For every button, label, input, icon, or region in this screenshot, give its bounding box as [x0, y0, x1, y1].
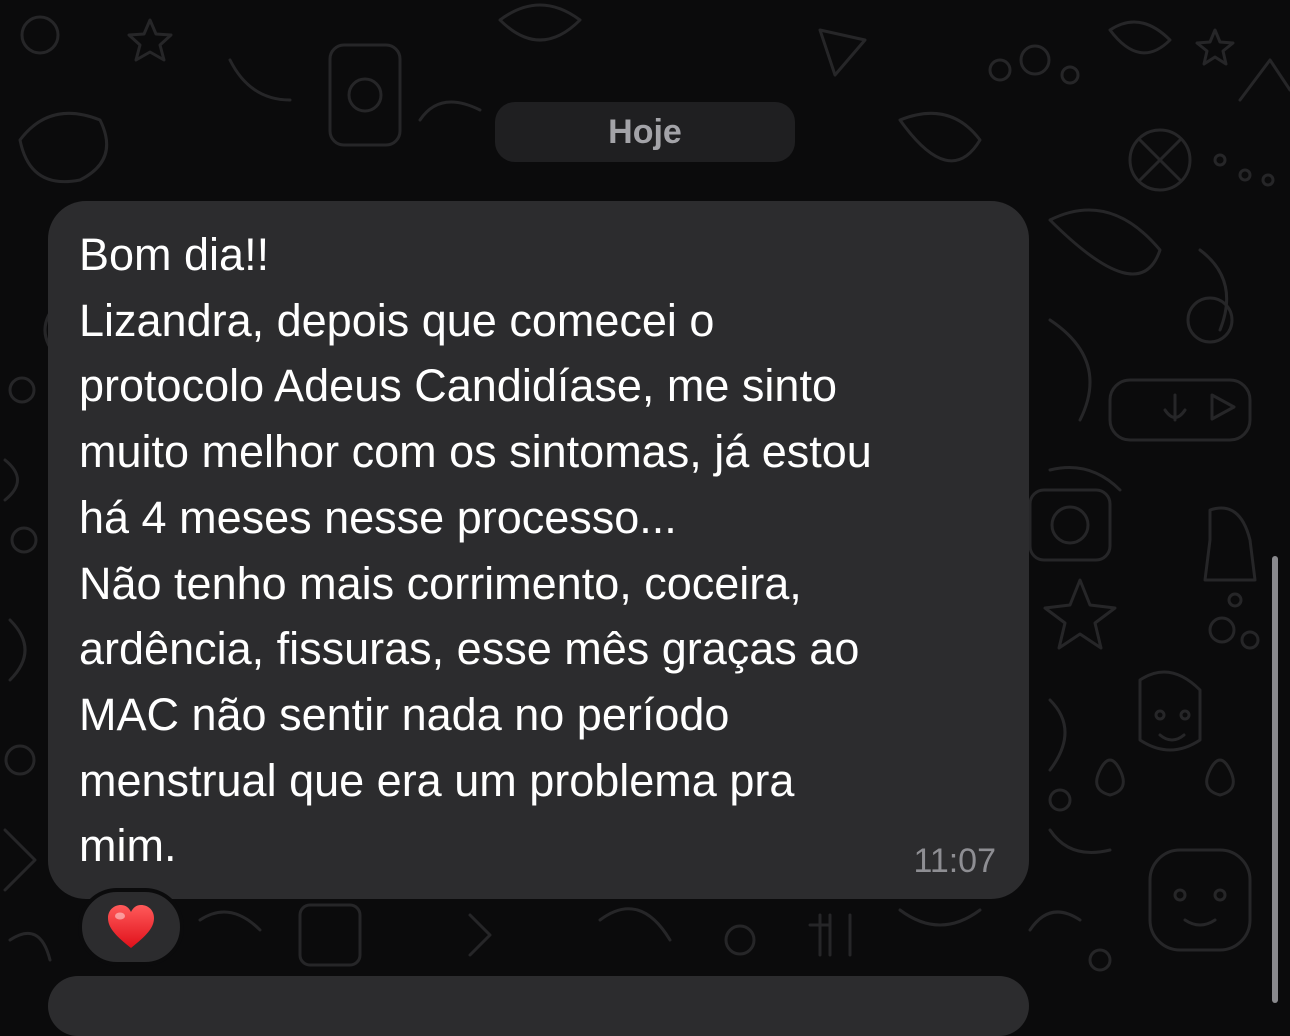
heart-icon	[108, 905, 154, 948]
date-separator-label: Hoje	[608, 112, 682, 151]
date-separator: Hoje	[495, 102, 795, 162]
next-message-bubble[interactable]	[48, 976, 1029, 1036]
message-reaction[interactable]	[78, 888, 184, 966]
message-text: Bom dia!! Lizandra, depois que comecei o…	[79, 229, 872, 872]
incoming-message-bubble[interactable]: Bom dia!! Lizandra, depois que comecei o…	[48, 201, 1029, 899]
message-timestamp: 11:07	[913, 842, 996, 880]
scrollbar[interactable]	[1272, 556, 1278, 1003]
